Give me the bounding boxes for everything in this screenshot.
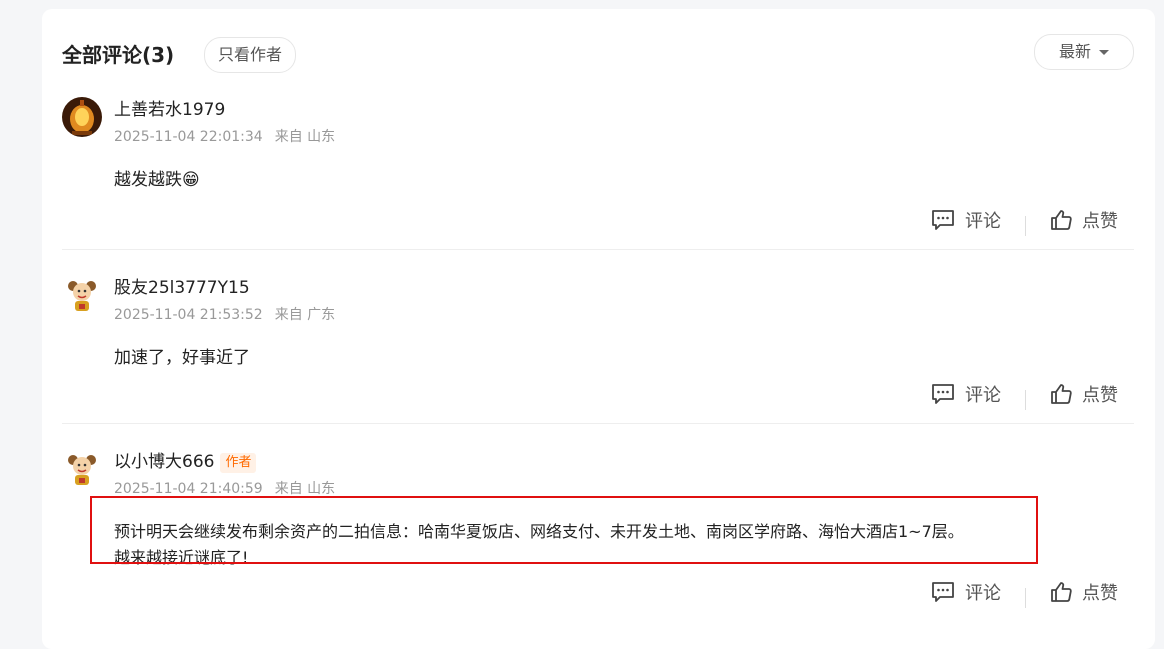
reply-button[interactable]: 评论: [931, 579, 1001, 605]
comment-icon: [932, 384, 954, 404]
comment-divider: [62, 249, 1134, 250]
reply-label: 评论: [965, 385, 1001, 406]
caret-down-icon: [1099, 50, 1109, 55]
comment-time: 2025-11-04 22:01:34: [114, 129, 263, 145]
author-only-button[interactable]: 只看作者: [204, 37, 297, 73]
sort-dropdown[interactable]: 最新: [1034, 34, 1134, 70]
comments-header: 全部评论(3) 只看作者 最新: [62, 34, 1134, 73]
comment-item: 股友25l3777Y15 2025-11-04 21:53:52 来自 广东 加速…: [62, 275, 1134, 415]
divider-line: [1025, 216, 1026, 236]
comment-actions: 评论 点赞: [931, 381, 1118, 410]
comment-location: 来自 山东: [274, 129, 336, 145]
thumbs-up-icon: [1051, 210, 1072, 230]
like-button[interactable]: 点赞: [1050, 207, 1118, 233]
highlight-box: [90, 496, 1038, 564]
divider-line: [1025, 588, 1026, 608]
comment-icon: [932, 582, 954, 602]
reply-label: 评论: [965, 211, 1001, 232]
comment-actions: 评论 点赞: [931, 579, 1118, 608]
like-label: 点赞: [1082, 211, 1118, 232]
divider-line: [1025, 390, 1026, 410]
sort-label: 最新: [1058, 42, 1091, 61]
avatar[interactable]: [62, 97, 102, 137]
like-button[interactable]: 点赞: [1050, 579, 1118, 605]
username-text: 以小博大666: [114, 452, 215, 472]
like-button[interactable]: 点赞: [1050, 381, 1118, 407]
reply-label: 评论: [965, 583, 1001, 604]
thumbs-up-icon: [1051, 582, 1072, 602]
comment-item: 上善若水1979 2025-11-04 22:01:34 来自 山东 越发越跌😁 …: [62, 97, 1134, 237]
avatar[interactable]: [62, 449, 102, 489]
comment-time: 2025-11-04 21:40:59: [114, 481, 263, 497]
username[interactable]: 上善若水1979: [114, 99, 225, 121]
comment-divider: [62, 423, 1134, 424]
avatar[interactable]: [62, 275, 102, 315]
comment-meta: 2025-11-04 22:01:34 来自 山东: [114, 127, 335, 147]
username[interactable]: 以小博大666 作者: [114, 451, 257, 473]
comments-title: 全部评论(3): [62, 43, 175, 67]
comment-time: 2025-11-04 21:53:52: [114, 307, 263, 323]
comment-text: 加速了，好事近了: [114, 348, 250, 368]
reply-button[interactable]: 评论: [931, 207, 1001, 233]
like-label: 点赞: [1082, 583, 1118, 604]
grin-emoji-icon: 😁: [182, 170, 200, 190]
thumbs-up-icon: [1051, 384, 1072, 404]
like-label: 点赞: [1082, 385, 1118, 406]
comment-meta: 2025-11-04 21:53:52 来自 广东: [114, 305, 335, 325]
comment-actions: 评论 点赞: [931, 207, 1118, 236]
comment-location: 来自 广东: [274, 307, 336, 323]
comment-text: 越发越跌😁: [114, 167, 200, 193]
author-badge: 作者: [220, 453, 257, 473]
username[interactable]: 股友25l3777Y15: [114, 277, 250, 299]
comment-text-content: 越发越跌: [114, 170, 182, 190]
comment-icon: [932, 210, 954, 230]
comment-location: 来自 山东: [274, 481, 336, 497]
reply-button[interactable]: 评论: [931, 381, 1001, 407]
